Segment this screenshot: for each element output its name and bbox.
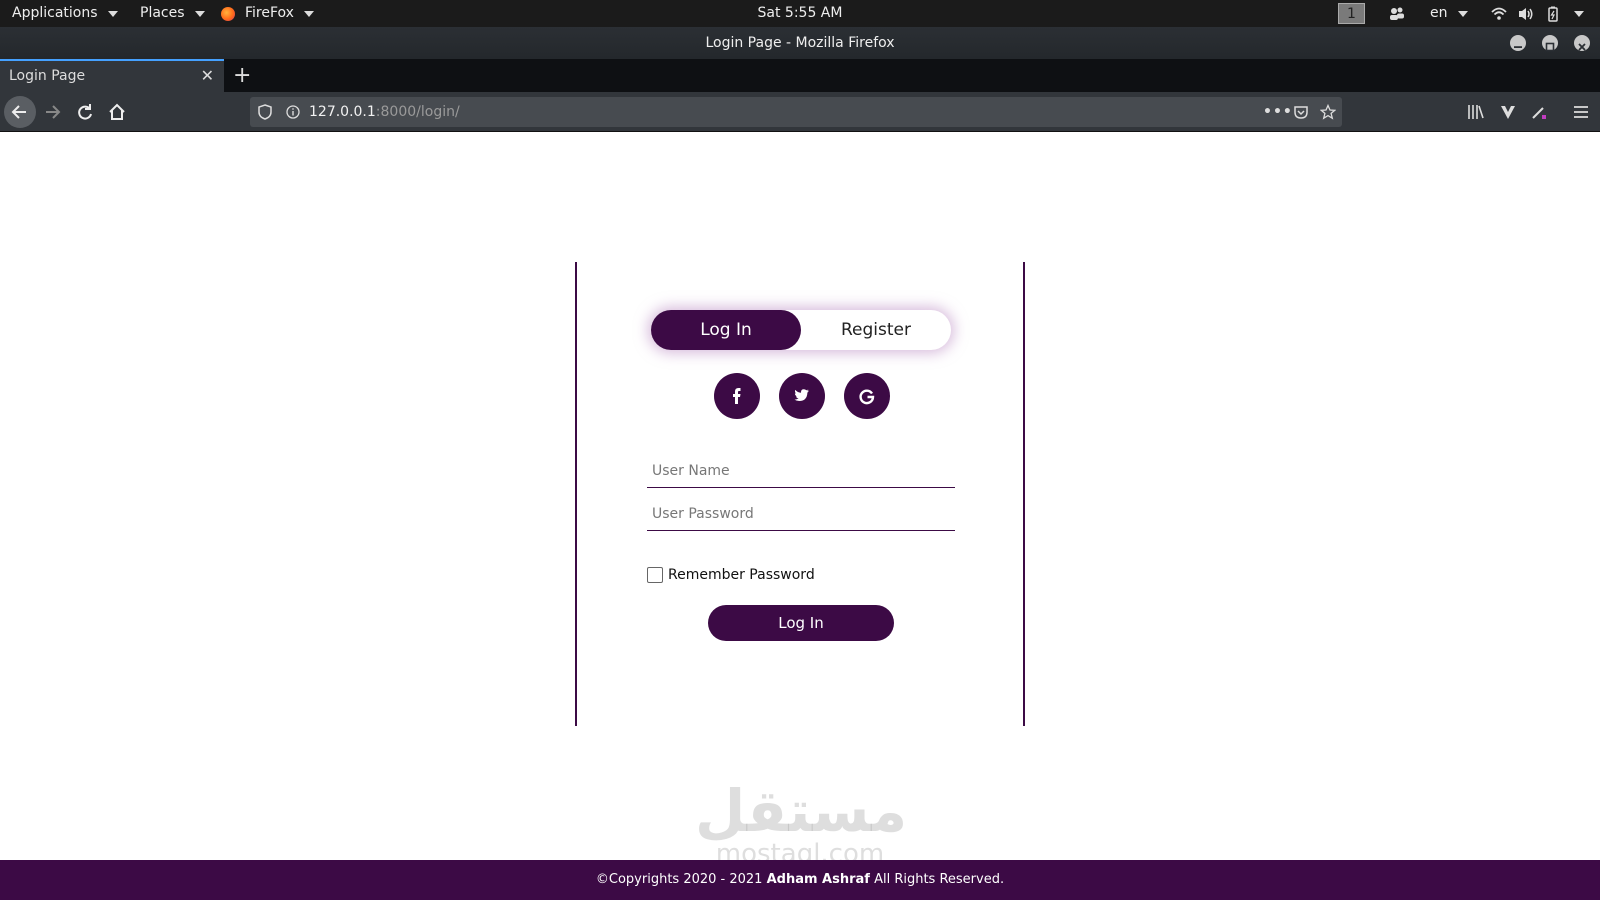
hamburger-menu-icon[interactable]	[1572, 103, 1590, 121]
twitter-login-button[interactable]	[779, 373, 825, 419]
tracking-shield-icon[interactable]	[258, 104, 272, 120]
system-top-bar: Applications Places FireFox Sat 5:55 AM …	[0, 0, 1600, 27]
remember-password-label[interactable]: Remember Password	[668, 567, 815, 583]
language-menu-label: en	[1430, 5, 1448, 21]
new-tab-button[interactable]: +	[233, 59, 251, 92]
url-text[interactable]: 127.0.0.1:8000/login/	[309, 97, 460, 127]
wifi-icon[interactable]	[1491, 6, 1507, 22]
password-input[interactable]	[647, 497, 955, 531]
footer-rights: All Rights Reserved.	[869, 872, 1005, 887]
extension-tool-icon[interactable]	[1530, 103, 1548, 121]
places-menu-label: Places	[140, 5, 185, 21]
applications-menu-label: Applications	[12, 5, 98, 21]
page-footer: ©Copyrights 2020 - 2021 Adham Ashraf All…	[0, 860, 1600, 900]
auth-mode-toggle: Log In Register	[651, 310, 951, 350]
library-icon[interactable]	[1467, 103, 1485, 121]
facebook-login-button[interactable]	[714, 373, 760, 419]
places-menu[interactable]: Places	[140, 0, 205, 27]
twitter-icon	[794, 389, 809, 401]
volume-icon[interactable]	[1518, 6, 1534, 22]
reload-button[interactable]	[69, 96, 101, 128]
toggle-register-button[interactable]: Register	[801, 310, 951, 350]
bookmark-star-icon[interactable]	[1320, 104, 1336, 120]
login-submit-button[interactable]: Log In	[708, 605, 894, 641]
close-tab-icon[interactable]: ✕	[201, 61, 214, 91]
google-icon	[859, 389, 875, 405]
facebook-icon	[733, 388, 741, 404]
workspace-indicator[interactable]: 1	[1338, 3, 1365, 24]
page-actions-icon[interactable]: •••	[1263, 97, 1293, 127]
url-host: 127.0.0.1	[309, 104, 376, 120]
system-menu-chevron-icon[interactable]	[1574, 11, 1584, 17]
home-icon	[109, 103, 125, 120]
tab-strip: Login Page ✕ +	[0, 59, 1600, 92]
firefox-app-menu-label: FireFox	[245, 5, 294, 21]
minimize-icon[interactable]	[1510, 35, 1526, 51]
toggle-login-button[interactable]: Log In	[651, 310, 801, 350]
chevron-down-icon	[194, 10, 205, 17]
google-login-button[interactable]	[844, 373, 890, 419]
navigation-toolbar: 127.0.0.1:8000/login/ •••	[0, 92, 1600, 132]
firefox-app-menu[interactable]: FireFox	[221, 0, 314, 27]
tab-login-page[interactable]: Login Page ✕	[0, 59, 224, 92]
login-card: Log In Register Remember Password Log In	[575, 262, 1025, 726]
arrow-left-icon	[11, 105, 26, 119]
language-menu[interactable]: en	[1430, 0, 1468, 27]
applications-menu[interactable]: Applications	[12, 0, 118, 27]
chevron-down-icon	[303, 10, 314, 17]
remember-password-checkbox[interactable]	[647, 567, 663, 583]
window-title: Login Page - Mozilla Firefox	[705, 35, 895, 51]
people-icon[interactable]	[1389, 6, 1405, 22]
maximize-icon[interactable]	[1542, 35, 1558, 52]
back-button[interactable]	[4, 96, 36, 128]
chevron-down-icon	[1457, 10, 1468, 17]
forward-button[interactable]	[36, 96, 68, 128]
window-title-bar: Login Page - Mozilla Firefox	[0, 27, 1600, 59]
firefox-logo-icon	[221, 6, 235, 21]
watermark-logo: مستقل mostaql.com	[695, 777, 908, 867]
home-button[interactable]	[101, 96, 133, 128]
remember-password-row: Remember Password	[647, 567, 815, 583]
tab-label: Login Page	[9, 68, 86, 84]
close-window-icon[interactable]	[1574, 35, 1590, 51]
url-bar[interactable]: 127.0.0.1:8000/login/ •••	[250, 97, 1342, 127]
watermark-arabic: مستقل	[695, 777, 908, 845]
url-path: :8000/login/	[375, 104, 460, 120]
footer-copyright: ©Copyrights 2020 - 2021	[595, 872, 767, 887]
arrow-right-icon	[46, 105, 61, 119]
extension-v-icon[interactable]	[1499, 103, 1517, 121]
footer-author: Adham Ashraf	[766, 872, 870, 887]
username-input[interactable]	[647, 454, 955, 488]
site-info-icon[interactable]	[286, 105, 300, 119]
battery-icon[interactable]	[1545, 6, 1561, 22]
page-viewport: Log In Register Remember Password Log In…	[0, 133, 1600, 900]
pocket-icon[interactable]	[1293, 104, 1309, 120]
clock[interactable]: Sat 5:55 AM	[758, 5, 843, 21]
chevron-down-icon	[107, 10, 118, 17]
reload-icon	[78, 104, 92, 120]
